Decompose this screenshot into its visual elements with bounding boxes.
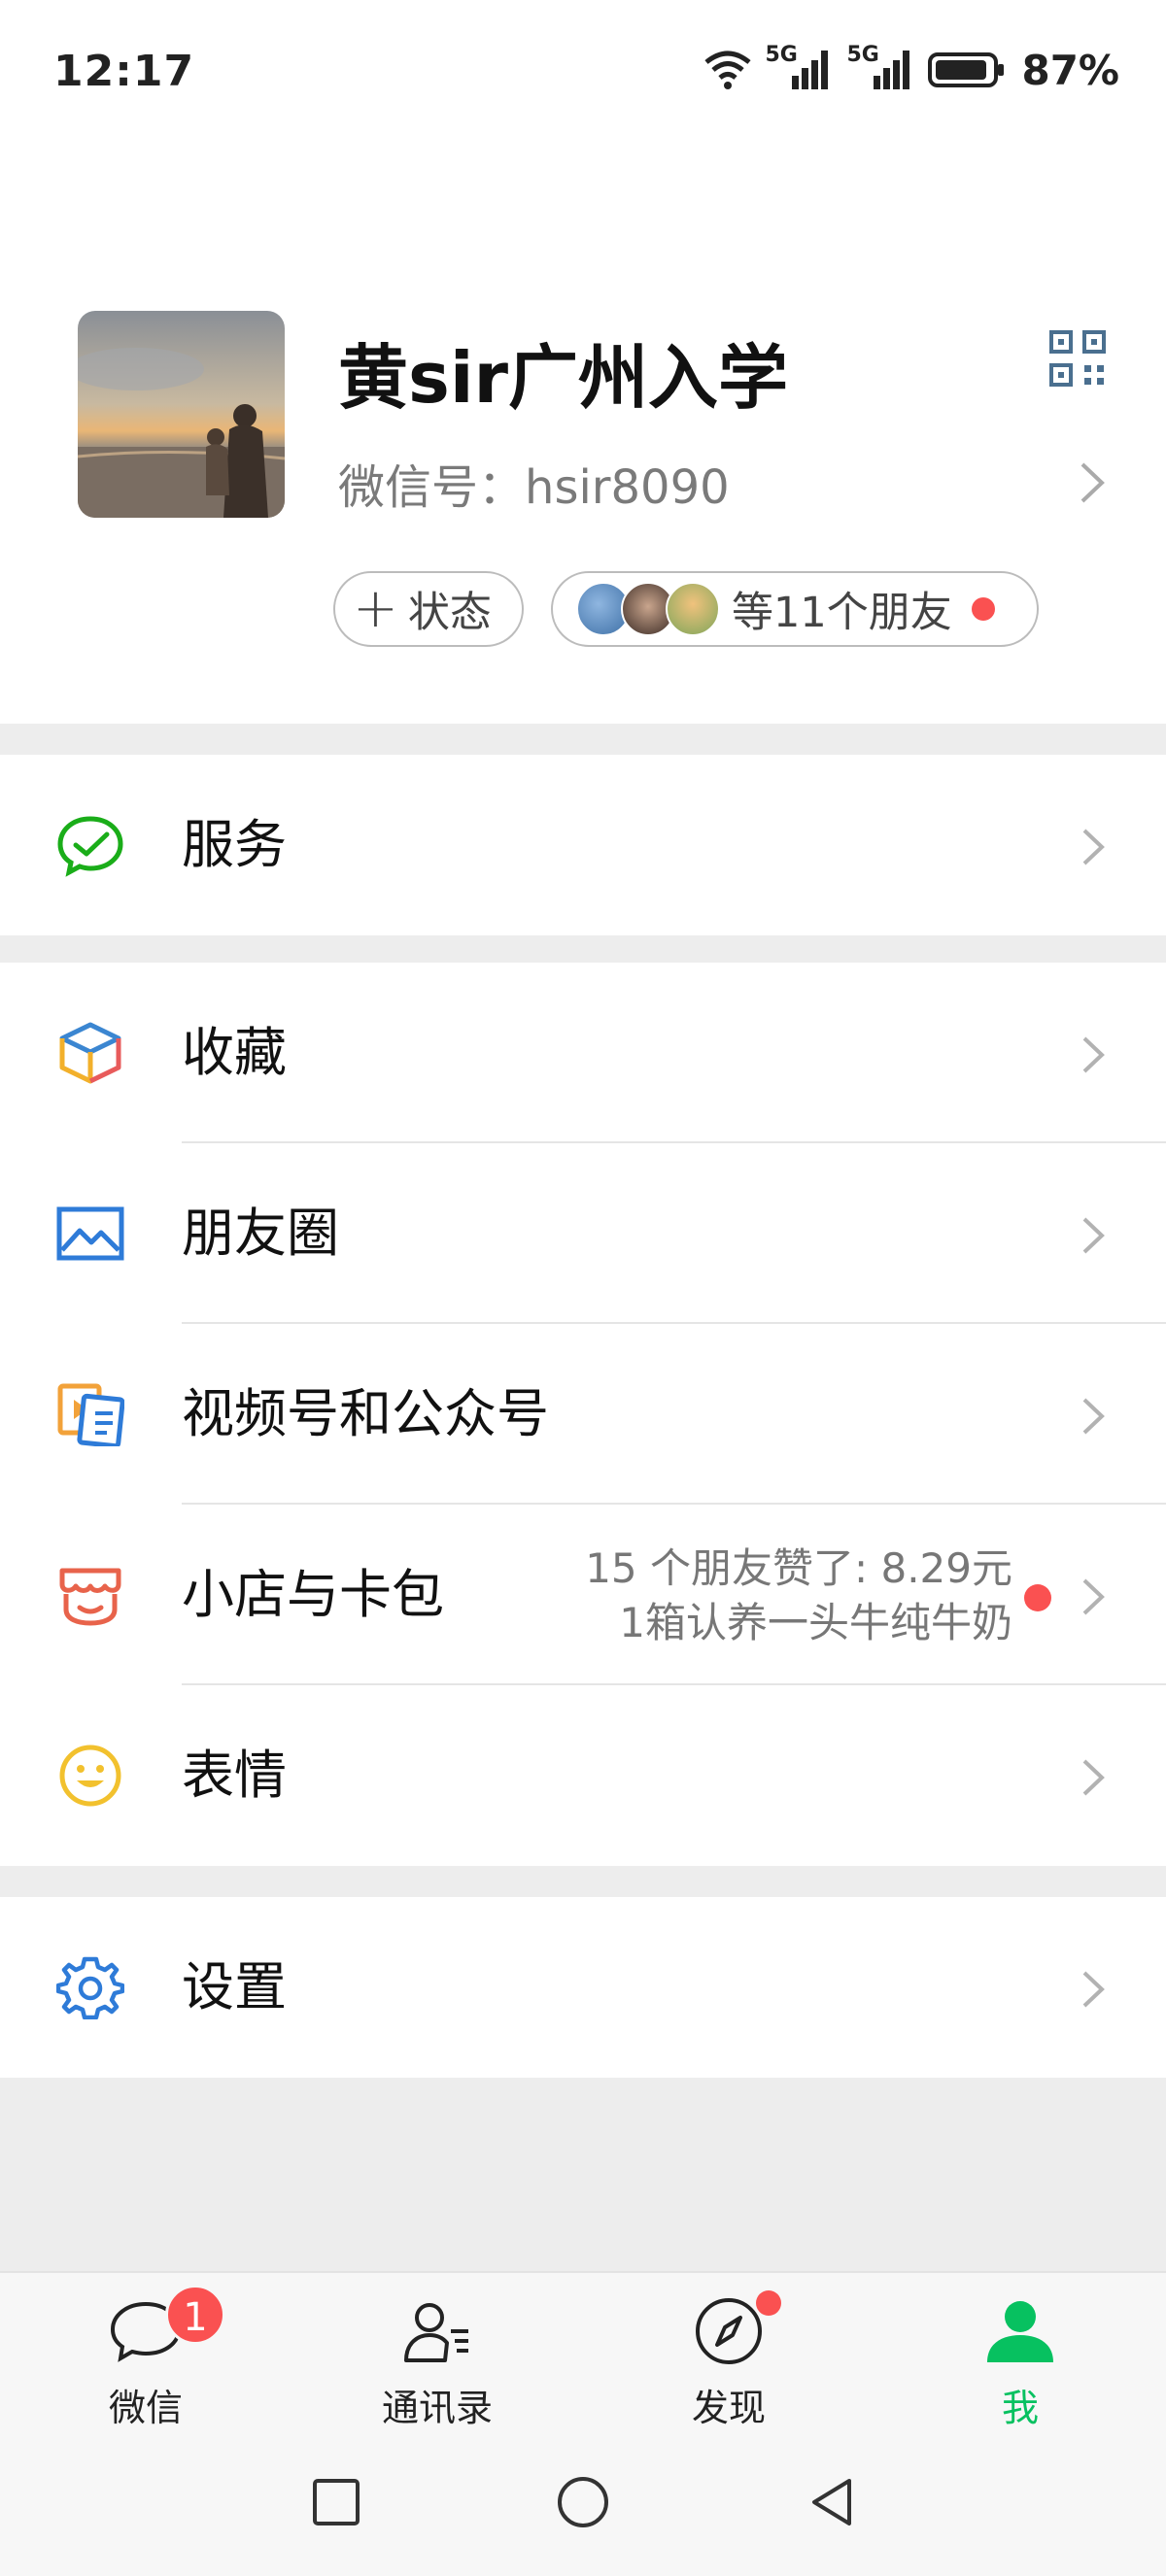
wechat-id-row[interactable]: 微信号：hsir8090 [338, 449, 730, 517]
contacts-icon [404, 2303, 468, 2362]
wifi-icon [704, 51, 752, 89]
tab-label: 发现 [691, 2387, 766, 2429]
avatar-image [78, 311, 285, 518]
chevron-right-icon [1082, 1036, 1105, 1073]
bottom-tab-bar: 1 微信 通讯录 发现 我 [0, 2271, 1166, 2430]
channels-icon [57, 1383, 124, 1446]
menu-item-stickers[interactable]: 表情 [0, 1685, 1166, 1866]
signal-bars-icon [874, 51, 910, 89]
picture-icon [56, 1206, 124, 1261]
chevron-right-icon [1082, 1578, 1105, 1615]
menu-label: 设置 [182, 1956, 287, 2017]
menu-label: 朋友圈 [182, 1203, 339, 1264]
wechat-id-label: 微信号： [338, 460, 526, 515]
friend-avatars [576, 582, 720, 636]
menu-label: 服务 [182, 814, 287, 875]
profile-name: 黄sir广州入学 [338, 337, 789, 419]
menu-group-main: 收藏 朋友圈 视频号和公众号 小店与卡包 15 个朋友赞了: 8.29元 1箱认… [0, 963, 1166, 1866]
tab-label: 微信 [108, 2387, 183, 2429]
menu-item-shop[interactable]: 小店与卡包 15 个朋友赞了: 8.29元 1箱认养一头牛纯牛奶 [0, 1505, 1166, 1685]
tab-label: 通讯录 [381, 2387, 493, 2429]
home-icon[interactable] [554, 2473, 612, 2531]
qr-code-icon[interactable] [1049, 330, 1106, 387]
tab-me[interactable]: 我 [874, 2273, 1166, 2432]
chevron-right-icon [1082, 1217, 1105, 1254]
add-status-label: 状态 [407, 589, 492, 637]
shop-promo-line2: 1箱认养一头牛纯牛奶 [619, 1599, 1012, 1646]
status-time: 12:17 [53, 47, 195, 96]
menu-label: 视频号和公众号 [182, 1383, 549, 1444]
menu-item-services[interactable]: 服务 [0, 755, 1166, 935]
chevron-right-icon [1082, 1759, 1105, 1796]
system-navigation-bar [0, 2430, 1166, 2576]
unread-count-badge: 1 [165, 2285, 225, 2345]
recent-apps-icon[interactable] [307, 2473, 365, 2531]
wechat-id-value: hsir8090 [525, 460, 730, 515]
smile-icon [59, 1745, 121, 1807]
shop-promo-text: 15 个朋友赞了: 8.29元 1箱认养一头牛纯牛奶 [585, 1542, 1012, 1650]
tab-discover[interactable]: 发现 [583, 2273, 874, 2432]
person-icon [987, 2301, 1053, 2362]
menu-label: 收藏 [182, 1022, 287, 1083]
signal-2: 5G [846, 43, 916, 93]
menu-item-channels[interactable]: 视频号和公众号 [0, 1324, 1166, 1505]
unread-dot [971, 597, 995, 621]
unread-dot [756, 2290, 781, 2316]
wechat-pay-icon [57, 816, 123, 877]
battery-icon [928, 52, 1005, 87]
plus-icon: + [353, 577, 398, 640]
tab-label: 我 [1001, 2387, 1039, 2429]
signal-bars-icon [792, 51, 829, 89]
menu-label: 表情 [182, 1745, 287, 1806]
cube-icon [59, 1022, 121, 1084]
signal-1: 5G [765, 43, 835, 93]
status-indicators: 5G 5G 87% [703, 43, 1119, 97]
menu-label: 小店与卡包 [182, 1564, 444, 1625]
chevron-right-icon[interactable] [1077, 458, 1108, 507]
status-bar: 12:17 5G 5G 87% [0, 0, 1166, 146]
menu-item-moments[interactable]: 朋友圈 [0, 1143, 1166, 1324]
avatar[interactable] [78, 311, 285, 518]
gear-icon [56, 1956, 124, 2019]
friends-status-label: 等11个朋友 [732, 589, 952, 637]
shop-icon [59, 1568, 121, 1626]
battery-percentage: 87% [1021, 46, 1119, 94]
unread-dot [1024, 1584, 1051, 1611]
menu-group-settings: 设置 [0, 1897, 1166, 2078]
back-icon[interactable] [803, 2473, 861, 2531]
menu-group-services: 服务 [0, 755, 1166, 935]
chevron-right-icon [1082, 1971, 1105, 2008]
friend-avatar [666, 582, 720, 636]
menu-item-settings[interactable]: 设置 [0, 1897, 1166, 2078]
add-status-button[interactable]: + 状态 [333, 571, 524, 647]
chevron-right-icon [1082, 1398, 1105, 1435]
tab-chats[interactable]: 1 微信 [0, 2273, 292, 2432]
tab-contacts[interactable]: 通讯录 [292, 2273, 583, 2432]
chevron-right-icon [1082, 829, 1105, 865]
shop-promo-line1: 15 个朋友赞了: 8.29元 [585, 1544, 1012, 1592]
friends-status-button[interactable]: 等11个朋友 [551, 571, 1039, 647]
menu-item-favorites[interactable]: 收藏 [0, 963, 1166, 1143]
